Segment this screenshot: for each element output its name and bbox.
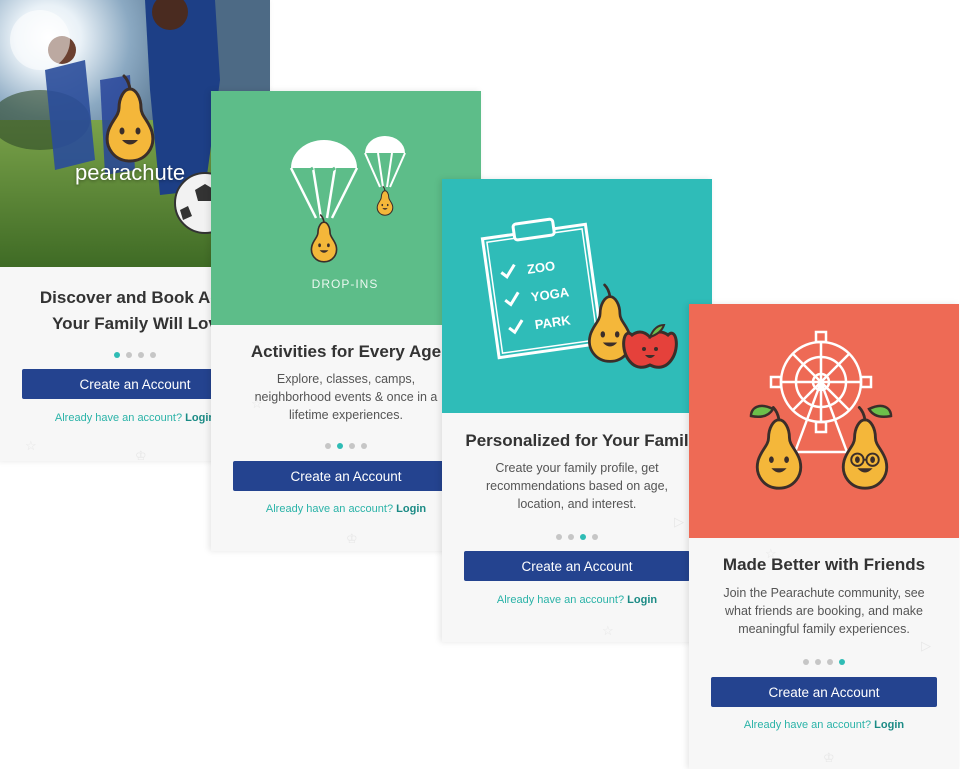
play-watermark-icon: ▷	[921, 638, 931, 653]
star-watermark-icon: ☆	[765, 546, 777, 561]
ferris-wheel-pears-icon	[749, 330, 893, 490]
screen-title: Made Better with Friends	[722, 555, 926, 574]
login-prompt: Already have an account? Login	[442, 594, 712, 606]
screen-title: Personalized for Your Famil	[465, 431, 689, 450]
crown-watermark-icon: ♔	[135, 448, 147, 461]
login-prefix: Already have an account?	[54, 412, 183, 424]
login-link[interactable]: Login	[396, 503, 426, 515]
page-indicator	[689, 653, 959, 665]
pearachute-logo-icon	[105, 74, 155, 163]
page-dot[interactable]	[592, 533, 598, 540]
hero-illustration	[689, 304, 959, 538]
login-prompt: Already have an account? Login	[689, 719, 959, 731]
checklist-item: ZOO	[526, 258, 556, 277]
desc-line: Create your family profile, get	[495, 461, 659, 475]
page-dot[interactable]	[568, 533, 574, 540]
onboarding-screen-activities: DROP-INS Activities for Every Age Explor…	[211, 91, 481, 551]
page-dot[interactable]	[839, 658, 845, 665]
page-dot[interactable]	[126, 351, 132, 358]
desc-line: location, and interest.	[517, 497, 637, 511]
login-prefix: Already have an account?	[743, 719, 872, 731]
onboarding-screen-personalized: ZOO YOGA PARK Personalized for Your Fami…	[442, 179, 712, 642]
screen-description: Create your family profile, get recommen…	[452, 459, 702, 513]
login-link[interactable]: Login	[627, 594, 657, 606]
page-indicator	[211, 437, 481, 449]
login-prompt: Already have an account? Login	[211, 503, 481, 515]
page-indicator	[442, 528, 712, 540]
activity-caption: DROP-INS	[311, 277, 379, 291]
create-account-button[interactable]: Create an Account	[233, 461, 459, 491]
screen-title: Activities for Every Age	[250, 342, 442, 361]
brand-name: pearachute	[75, 160, 186, 185]
page-dot[interactable]	[361, 442, 367, 449]
desc-line: Join the Pearachute community, see	[723, 586, 925, 600]
page-dot[interactable]	[556, 533, 562, 540]
page-dot[interactable]	[815, 658, 821, 665]
create-account-button[interactable]: Create an Account	[464, 551, 690, 581]
page-dot[interactable]	[803, 658, 809, 665]
page-dot[interactable]	[138, 351, 144, 358]
page-dot[interactable]	[349, 442, 355, 449]
desc-line: recommendations based on age,	[485, 479, 669, 493]
checklist-item: PARK	[534, 312, 572, 332]
clipboard-pear-apple-icon: ZOO YOGA PARK	[480, 217, 678, 369]
page-dot[interactable]	[325, 442, 331, 449]
page-dot[interactable]	[150, 351, 156, 358]
login-prefix: Already have an account?	[496, 594, 625, 606]
page-dot[interactable]	[580, 533, 586, 540]
star-watermark-icon: ☆	[602, 623, 614, 638]
checklist-item: YOGA	[530, 284, 571, 304]
hero-illustration: DROP-INS	[211, 91, 481, 325]
login-prefix: Already have an account?	[265, 503, 394, 515]
crown-watermark-icon: ♔	[346, 531, 358, 546]
login-link[interactable]: Login	[874, 719, 904, 731]
page-dot[interactable]	[827, 658, 833, 665]
hero-illustration: ZOO YOGA PARK	[442, 179, 712, 413]
star-watermark-icon: ☆	[25, 438, 37, 453]
page-dot[interactable]	[114, 351, 120, 358]
desc-line: meaningful family experiences.	[738, 622, 910, 636]
create-account-button[interactable]: Create an Account	[711, 677, 937, 707]
desc-line: Explore, classes, camps,	[276, 372, 416, 386]
onboarding-screen-friends: Made Better with Friends Join the Pearac…	[689, 304, 959, 769]
screen-description: Join the Pearachute community, see what …	[699, 584, 949, 638]
page-dot[interactable]	[337, 442, 343, 449]
crown-watermark-icon: ♔	[823, 750, 835, 765]
star-watermark-icon: ☆	[251, 396, 263, 411]
play-watermark-icon: ▷	[674, 514, 684, 529]
desc-line: what friends are booking, and make	[724, 604, 924, 618]
